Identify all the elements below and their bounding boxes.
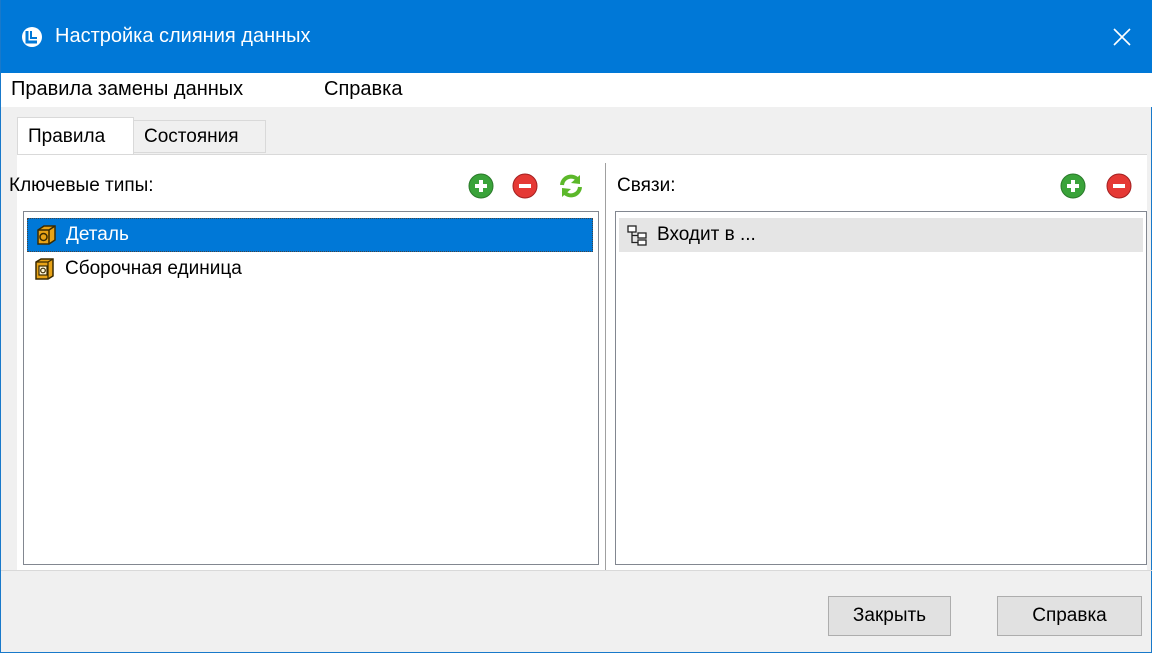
- add-link-button[interactable]: [1060, 173, 1086, 199]
- close-button[interactable]: Закрыть: [828, 596, 951, 636]
- window-title: Настройка слияния данных: [55, 25, 311, 47]
- key-types-label: Ключевые типы:: [9, 175, 154, 196]
- remove-key-type-button[interactable]: [512, 173, 538, 199]
- list-item-label: Сборочная единица: [65, 258, 242, 279]
- list-item[interactable]: Деталь: [27, 218, 593, 252]
- links-label: Связи:: [617, 175, 676, 196]
- add-key-type-button[interactable]: [468, 173, 494, 199]
- title-bar: Настройка слияния данных: [1, 0, 1152, 73]
- remove-icon: [512, 173, 538, 199]
- tab-rules[interactable]: Правила: [17, 117, 134, 154]
- assembly-icon: [33, 257, 57, 281]
- menu-bar: Правила замены данных Справка: [1, 73, 1152, 107]
- list-item-label: Деталь: [66, 224, 129, 245]
- close-window-button[interactable]: [1092, 0, 1152, 73]
- app-logo-icon: [21, 26, 43, 48]
- close-icon: [1113, 27, 1131, 46]
- part-icon: [34, 223, 58, 247]
- tab-content: Ключевые типы: Деталь Сборочная единица …: [9, 154, 1147, 571]
- merge-settings-dialog: Настройка слияния данных Правила замены …: [0, 0, 1152, 653]
- tab-strip: Правила Состояния: [1, 107, 1152, 155]
- tab-states[interactable]: Состояния: [134, 120, 266, 153]
- list-item[interactable]: Сборочная единица: [27, 252, 593, 286]
- remove-icon: [1106, 173, 1132, 199]
- menu-replace-rules[interactable]: Правила замены данных: [11, 78, 243, 101]
- help-button[interactable]: Справка: [997, 596, 1142, 636]
- list-item-label: Входит в ...: [657, 224, 756, 245]
- refresh-icon: [560, 174, 582, 198]
- list-item[interactable]: Входит в ...: [619, 218, 1143, 252]
- links-list[interactable]: Входит в ...: [615, 211, 1147, 565]
- refresh-key-types-button[interactable]: [558, 173, 584, 199]
- add-icon: [468, 173, 494, 199]
- footer-divider: [1, 570, 1152, 571]
- menu-help[interactable]: Справка: [324, 78, 402, 101]
- add-icon: [1060, 173, 1086, 199]
- key-types-list[interactable]: Деталь Сборочная единица: [23, 211, 599, 565]
- tree-link-icon: [625, 223, 649, 247]
- remove-link-button[interactable]: [1106, 173, 1132, 199]
- pane-splitter[interactable]: [605, 163, 608, 571]
